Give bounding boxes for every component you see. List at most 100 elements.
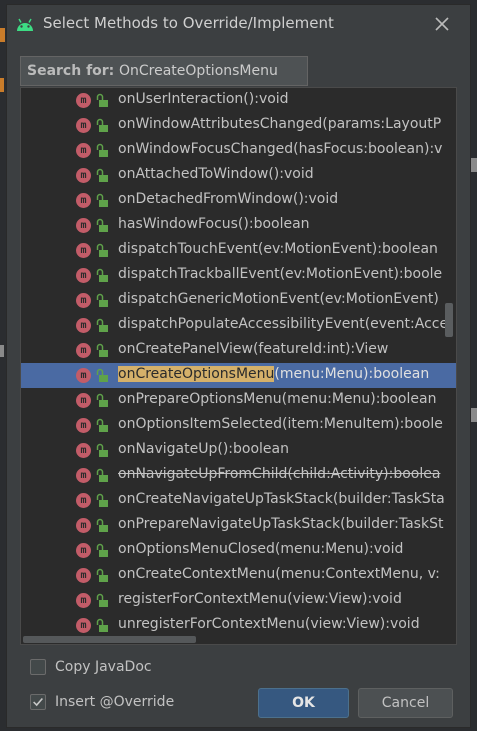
cancel-button[interactable]: Cancel (358, 688, 453, 718)
method-signature: unregisterForContextMenu(view:View):void (118, 616, 420, 632)
method-signature-rest: (menu:Menu):boolean (274, 366, 430, 382)
unlocked-icon (96, 243, 108, 257)
method-row[interactable]: m dispatchGenericMotionEvent(ev:MotionEve… (21, 288, 456, 313)
method-icon: m (76, 393, 91, 408)
method-row[interactable]: m registerForContextMenu(view:View):void (21, 588, 456, 613)
unlocked-icon (96, 443, 108, 457)
method-row[interactable]: m dispatchPopulateAccessibilityEvent(even… (21, 313, 456, 338)
unlocked-icon (96, 318, 108, 332)
ok-button[interactable]: OK (258, 688, 349, 718)
horizontal-scrollbar-thumb[interactable] (23, 636, 196, 643)
method-signature: dispatchGenericMotionEvent(ev:MotionEven… (118, 291, 439, 307)
method-signature: registerForContextMenu(view:View):void (118, 591, 402, 607)
close-icon[interactable] (433, 15, 451, 33)
method-signature: onAttachedToWindow():void (118, 166, 314, 182)
android-icon (17, 18, 33, 31)
method-row[interactable]: m onNavigateUp():boolean (21, 438, 456, 463)
unlocked-icon (96, 93, 108, 107)
method-signature: onUserInteraction():void (118, 91, 289, 107)
background-editor-fragment (0, 78, 4, 92)
method-signature: onCreateOptionsMenu(menu:Menu):boolean (118, 366, 429, 382)
unlocked-icon (96, 193, 108, 207)
method-icon: m (76, 93, 91, 108)
method-row[interactable]: m onCreateOptionsMenu(menu:Menu):boolean (21, 363, 456, 388)
method-signature: onNavigateUp():boolean (118, 441, 289, 457)
method-row[interactable]: m dispatchTrackballEvent(ev:MotionEvent):… (21, 263, 456, 288)
method-icon: m (76, 293, 91, 308)
method-signature: onOptionsItemSelected(item:MenuItem):boo… (118, 416, 443, 432)
method-icon: m (76, 368, 91, 383)
method-signature: hasWindowFocus():boolean (118, 216, 310, 232)
unlocked-icon (96, 493, 108, 507)
dialog-titlebar[interactable]: Select Methods to Override/Implement (7, 5, 470, 43)
search-input[interactable]: OnCreateOptionsMenu (119, 63, 278, 79)
dialog-title: Select Methods to Override/Implement (43, 14, 334, 32)
method-row[interactable]: m dispatchTouchEvent(ev:MotionEvent):bool… (21, 238, 456, 263)
unlocked-icon (96, 168, 108, 182)
method-icon: m (76, 318, 91, 333)
method-icon: m (76, 418, 91, 433)
method-row[interactable]: m onUserInteraction():void (21, 88, 456, 113)
method-signature: onWindowAttributesChanged(params:LayoutP (118, 116, 442, 132)
unlocked-icon (96, 418, 108, 432)
vertical-scrollbar[interactable] (446, 88, 456, 644)
method-signature: onCreatePanelView(featureId:int):View (118, 341, 389, 357)
method-row[interactable]: m onNavigateUpFromChild(child:Activity):b… (21, 463, 456, 488)
method-row[interactable]: m onOptionsMenuClosed(menu:Menu):void (21, 538, 456, 563)
method-row[interactable]: m onWindowFocusChanged(hasFocus:boolean):… (21, 138, 456, 163)
background-editor-fragment (471, 408, 477, 422)
search-for-popup[interactable]: Search for: OnCreateOptionsMenu (20, 56, 308, 86)
background-editor-fragment (0, 28, 5, 42)
unlocked-icon (96, 368, 108, 382)
method-signature: dispatchTrackballEvent(ev:MotionEvent):b… (118, 266, 443, 282)
insert-override-label[interactable]: Insert @Override (55, 694, 174, 710)
method-row[interactable]: m unregisterForContextMenu(view:View):voi… (21, 613, 456, 638)
method-row[interactable]: m onCreateNavigateUpTaskStack(builder:Tas… (21, 488, 456, 513)
method-icon: m (76, 268, 91, 283)
method-icon: m (76, 493, 91, 508)
method-icon: m (76, 243, 91, 258)
method-signature: onWindowFocusChanged(hasFocus:boolean):v (118, 141, 443, 157)
method-row[interactable]: m onPrepareOptionsMenu(menu:Menu):boolean (21, 388, 456, 413)
unlocked-icon (96, 118, 108, 132)
method-icon: m (76, 618, 91, 633)
method-signature: onDetachedFromWindow():void (118, 191, 339, 207)
methods-list[interactable]: m unregisterForContextMenu(view:View):voi… (20, 87, 457, 645)
background-editor-fragment (0, 345, 4, 357)
method-row[interactable]: m onAttachedToWindow():void (21, 163, 456, 188)
method-icon: m (76, 518, 91, 533)
method-icon: m (76, 543, 91, 558)
unlocked-icon (96, 293, 108, 307)
method-icon: m (76, 143, 91, 158)
unlocked-icon (96, 568, 108, 582)
copy-javadoc-checkbox[interactable] (30, 659, 46, 675)
method-row[interactable]: m onDetachedFromWindow():void (21, 188, 456, 213)
method-row[interactable]: m onOptionsItemSelected(item:MenuItem):bo… (21, 413, 456, 438)
unlocked-icon (96, 218, 108, 232)
method-icon: m (76, 593, 91, 608)
method-row[interactable]: m onCreatePanelView(featureId:int):View (21, 338, 456, 363)
search-label: Search for: (27, 63, 115, 79)
checkmark-icon (33, 697, 43, 707)
copy-javadoc-label[interactable]: Copy JavaDoc (55, 659, 152, 675)
method-icon: m (76, 193, 91, 208)
unlocked-icon (96, 593, 108, 607)
vertical-scrollbar-thumb[interactable] (445, 303, 453, 337)
method-icon: m (76, 118, 91, 133)
method-signature: onCreateNavigateUpTaskStack(builder:Task… (118, 491, 445, 507)
insert-override-checkbox[interactable] (30, 694, 46, 710)
method-row[interactable]: m hasWindowFocus():boolean (21, 213, 456, 238)
method-icon: m (76, 168, 91, 183)
method-row[interactable]: m onCreateContextMenu(menu:ContextMenu, v… (21, 563, 456, 588)
method-signature: onPrepareNavigateUpTaskStack(builder:Tas… (118, 516, 444, 532)
search-match-highlight: onCreateOptionsMenu (118, 366, 275, 382)
unlocked-icon (96, 518, 108, 532)
unlocked-icon (96, 543, 108, 557)
method-row[interactable]: m onPrepareNavigateUpTaskStack(builder:Ta… (21, 513, 456, 538)
method-signature: onPrepareOptionsMenu(menu:Menu):boolean (118, 391, 437, 407)
method-signature: onCreateContextMenu(menu:ContextMenu, v: (118, 566, 440, 582)
method-signature: onOptionsMenuClosed(menu:Menu):void (118, 541, 404, 557)
unlocked-icon (96, 618, 108, 632)
unlocked-icon (96, 393, 108, 407)
method-row[interactable]: m onWindowAttributesChanged(params:Layout… (21, 113, 456, 138)
